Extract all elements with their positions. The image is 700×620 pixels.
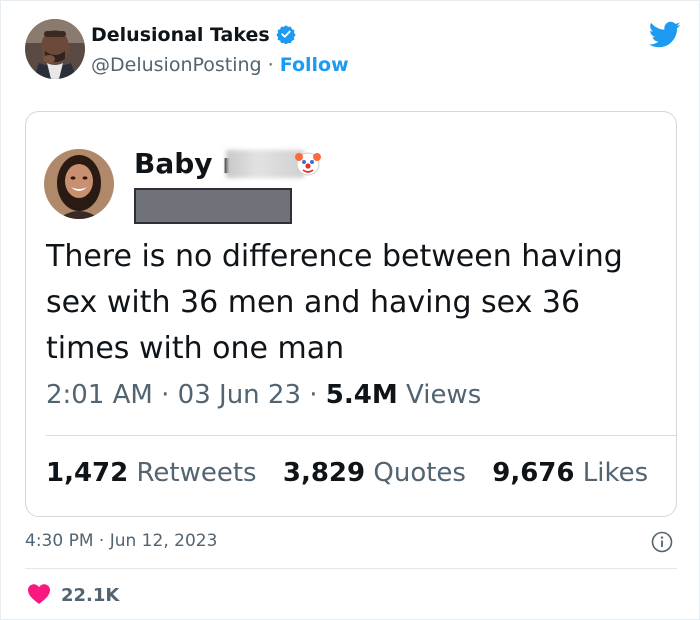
- embedded-tweet: Delusional Takes @DelusionPosting · Foll…: [0, 0, 700, 620]
- views-label: Views: [406, 380, 482, 410]
- handle-redaction-box: [134, 188, 292, 224]
- likes-count: 9,676: [492, 458, 575, 488]
- meta-separator: ·: [161, 380, 170, 410]
- quoted-date: 03 Jun 23: [177, 380, 301, 410]
- author-name-block: Delusional Takes @DelusionPosting · Foll…: [91, 22, 349, 79]
- author-handle[interactable]: @DelusionPosting: [91, 54, 262, 76]
- handle-separator: ·: [267, 54, 274, 76]
- quoted-tweet-stats: 1,472 Retweets 3,829 Quotes 9,676 Likes: [46, 458, 666, 488]
- tweet-header: Delusional Takes @DelusionPosting · Foll…: [25, 19, 681, 81]
- quotes-label: Quotes: [373, 458, 466, 488]
- clown-emoji-icon: [294, 149, 322, 177]
- tweet-timestamp[interactable]: 4:30 PM · Jun 12, 2023: [25, 531, 217, 551]
- twitter-bird-icon[interactable]: [648, 21, 681, 53]
- retweets-count: 1,472: [46, 458, 129, 488]
- quoted-tweet-text: There is no difference between having se…: [46, 239, 623, 366]
- quoted-tweet-meta: 2:01 AM · 03 Jun 23 · 5.4M Views: [46, 380, 481, 410]
- footer-separator: ·: [98, 531, 105, 551]
- footer-date: Jun 12, 2023: [109, 531, 218, 551]
- heart-icon[interactable]: [27, 583, 51, 610]
- like-action[interactable]: 22.1K: [27, 583, 120, 606]
- quoted-tweet-image[interactable]: Baby m There is no difference between ha…: [25, 111, 677, 517]
- footer-likes-count: 22.1K: [61, 585, 120, 606]
- meta-separator: ·: [309, 380, 318, 410]
- author-avatar[interactable]: [25, 19, 85, 79]
- footer-divider: [25, 568, 677, 569]
- name-blur-redaction: [226, 150, 304, 178]
- follow-button[interactable]: Follow: [280, 54, 349, 76]
- quoted-author-avatar: [44, 149, 114, 219]
- views-count: 5.4M: [325, 380, 398, 410]
- quoted-time: 2:01 AM: [46, 380, 153, 410]
- quotes-count: 3,829: [282, 458, 366, 488]
- retweets-label: Retweets: [136, 458, 257, 488]
- likes-label: Likes: [582, 458, 649, 488]
- verified-badge-icon: [276, 24, 296, 51]
- author-display-name[interactable]: Delusional Takes: [91, 24, 270, 46]
- info-icon[interactable]: [651, 531, 673, 557]
- footer-time: 4:30 PM: [25, 531, 94, 551]
- card-divider: [46, 435, 676, 436]
